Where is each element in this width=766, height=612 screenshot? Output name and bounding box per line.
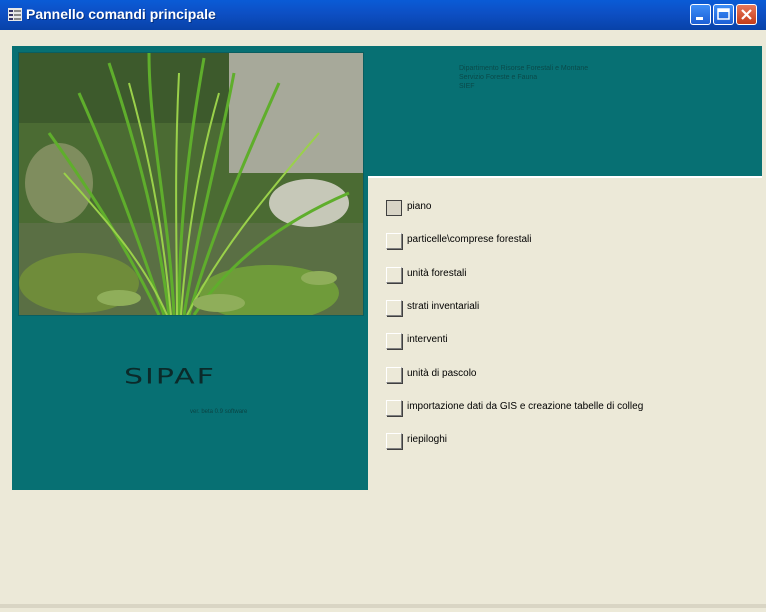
menu-label: particelle\comprese forestali <box>407 234 532 245</box>
header-line: SIEF <box>459 83 475 90</box>
menu-label: unità di pascolo <box>407 368 477 379</box>
menu-button[interactable] <box>386 200 402 216</box>
menu-button[interactable] <box>386 433 402 449</box>
maximize-button[interactable] <box>713 4 734 25</box>
menu-button[interactable] <box>386 367 402 383</box>
minimize-button[interactable] <box>690 4 711 25</box>
menu-label: importazione dati da GIS e creazione tab… <box>407 401 644 412</box>
close-icon <box>741 9 752 20</box>
close-button[interactable] <box>736 4 757 25</box>
form-icon <box>8 8 22 21</box>
minimize-icon <box>696 17 703 20</box>
main-window: Pannello comandi principale Dipartimento… <box>0 0 766 612</box>
grass-photo <box>18 52 364 316</box>
menu-button[interactable] <box>386 333 402 349</box>
version-label: ver. beta 0.9 software <box>190 409 248 415</box>
menu-button[interactable] <box>386 300 402 316</box>
bottom-border <box>0 604 766 608</box>
header-line: Servizio Foreste e Fauna <box>459 74 538 81</box>
menu-label: interventi <box>407 334 448 345</box>
menu-button[interactable] <box>386 400 402 416</box>
menu-button[interactable] <box>386 267 402 283</box>
maximize-icon <box>717 8 730 20</box>
organization-header: Dipartimento Risorse Forestali e Montane… <box>459 64 588 91</box>
window-title: Pannello comandi principale <box>26 6 216 22</box>
menu-label: riepiloghi <box>407 434 448 445</box>
header-line: Dipartimento Risorse Forestali e Montane <box>459 65 589 72</box>
form-body: Dipartimento Risorse Forestali e Montane… <box>0 30 766 608</box>
title-bar[interactable]: Pannello comandi principale <box>0 0 766 30</box>
app-logo-text: SIPAF <box>124 364 216 390</box>
menu-label: unità forestali <box>407 268 467 279</box>
menu-label: piano <box>407 201 432 212</box>
menu-label: strati inventariali <box>407 301 480 312</box>
menu-button[interactable] <box>386 233 402 249</box>
